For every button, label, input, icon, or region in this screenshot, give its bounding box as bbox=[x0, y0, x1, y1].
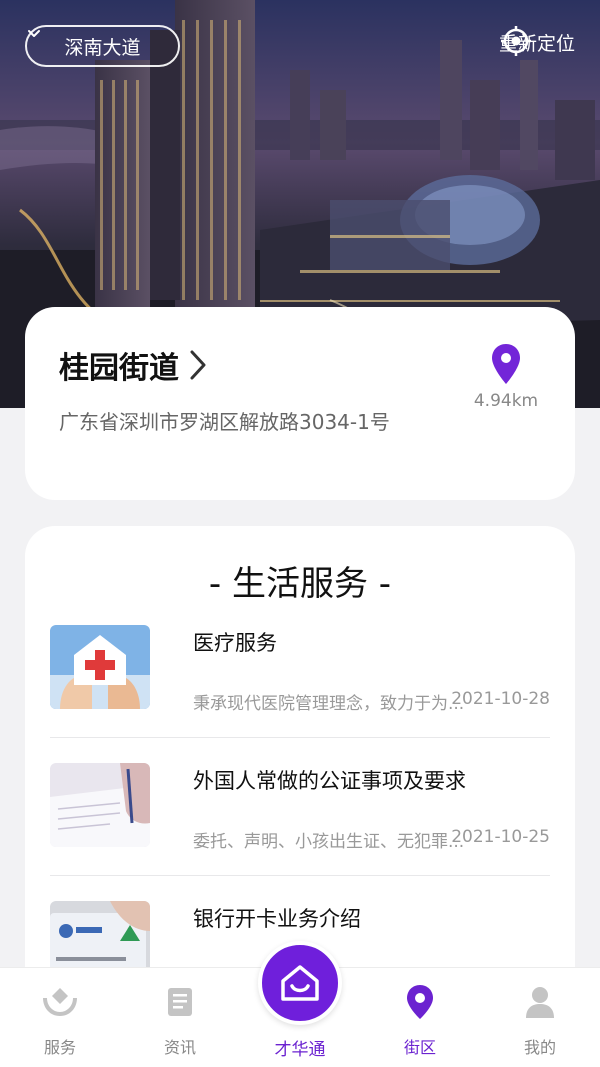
list-item[interactable]: 外国人常做的公证事项及要求 委托、声明、小孩出生证、无犯罪... 2021-10… bbox=[50, 763, 550, 873]
crosshair-icon bbox=[500, 26, 531, 56]
service-title: 银行开卡业务介绍 bbox=[193, 907, 361, 931]
nav-item-news[interactable]: 资讯 bbox=[120, 968, 240, 1067]
divider bbox=[50, 737, 550, 738]
street-address: 广东省深圳市罗湖区解放路3034-1号 bbox=[59, 410, 390, 434]
user-icon bbox=[526, 987, 554, 1018]
distance-indicator: 4.94km bbox=[471, 343, 541, 411]
service-title: 外国人常做的公证事项及要求 bbox=[193, 769, 466, 793]
nav-label: 街区 bbox=[403, 1038, 436, 1057]
location-selector[interactable]: 深南大道 bbox=[25, 25, 180, 67]
home-smile-icon bbox=[281, 965, 319, 1001]
service-description: 秉承现代医院管理理念，致力于为... bbox=[193, 694, 465, 714]
nav-item-caihuatong[interactable] bbox=[258, 941, 342, 1025]
nav-label: 服务 bbox=[43, 1038, 76, 1057]
service-description: 委托、声明、小孩出生证、无犯罪... bbox=[193, 832, 465, 852]
location-pin-icon bbox=[407, 985, 433, 1019]
news-icon bbox=[168, 988, 192, 1016]
divider bbox=[50, 875, 550, 876]
service-date: 2021-10-25 bbox=[451, 827, 550, 847]
nav-label-center: 才华通 bbox=[274, 1040, 326, 1060]
chevron-down-icon bbox=[28, 30, 40, 37]
hospital-hands-image bbox=[50, 625, 150, 709]
relocate-button[interactable]: 重新定位 bbox=[499, 24, 575, 60]
service-date: 2021-10-28 bbox=[451, 689, 550, 709]
street-title[interactable]: 桂园街道 bbox=[59, 343, 209, 387]
nav-item-mine[interactable]: 我的 bbox=[480, 968, 600, 1067]
nav-label: 资讯 bbox=[163, 1038, 196, 1057]
street-name: 桂园街道 bbox=[59, 351, 179, 386]
document-signing-image bbox=[50, 763, 150, 847]
distance-text: 4.94km bbox=[473, 391, 539, 411]
list-item[interactable]: 医疗服务 秉承现代医院管理理念，致力于为... 2021-10-28 bbox=[50, 625, 550, 735]
chevron-right-icon bbox=[190, 350, 206, 380]
location-selector-label: 深南大道 bbox=[64, 36, 141, 59]
street-card[interactable]: 桂园街道 广东省深圳市罗湖区解放路3034-1号 4.94km bbox=[25, 307, 575, 500]
nav-label: 我的 bbox=[523, 1038, 556, 1057]
section-heading: - 生活服务 - bbox=[208, 564, 392, 604]
service-title: 医疗服务 bbox=[193, 631, 277, 655]
nav-item-services[interactable]: 服务 bbox=[0, 968, 120, 1067]
location-pin-icon bbox=[492, 344, 520, 384]
service-hands-icon bbox=[43, 988, 77, 1016]
nav-item-district[interactable]: 街区 bbox=[360, 968, 480, 1067]
